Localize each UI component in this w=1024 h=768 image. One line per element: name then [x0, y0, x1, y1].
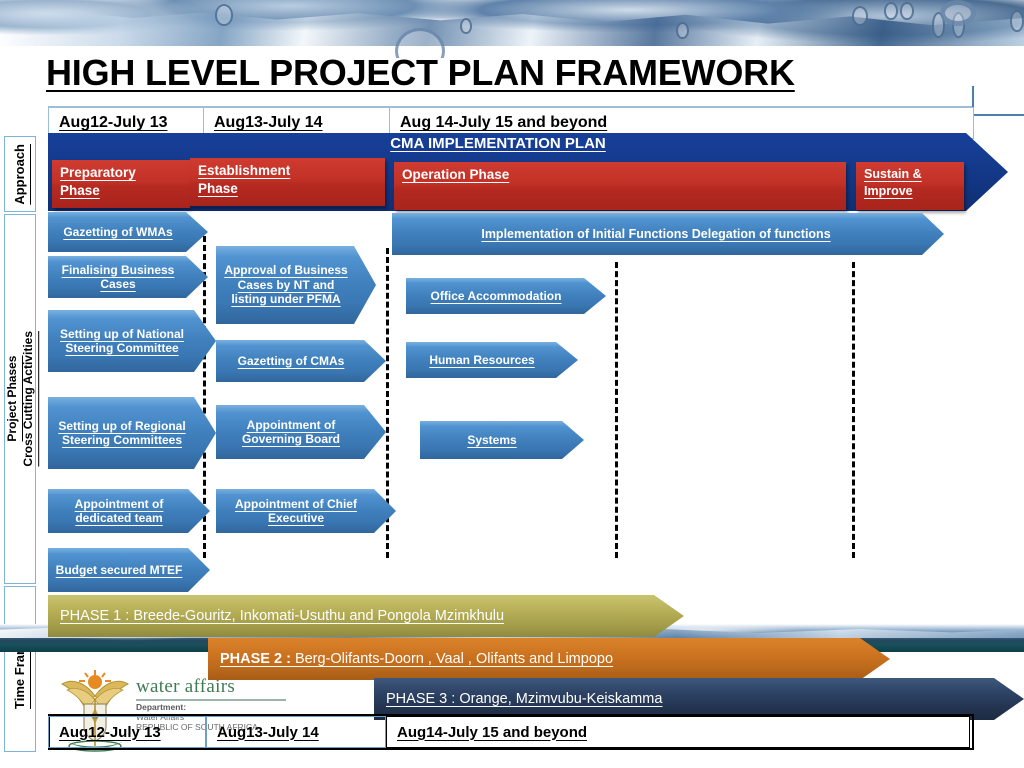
phase-bar-1-label: PHASE 1 : Breede-Gouritz, Inkomati-Usuth…: [48, 608, 504, 624]
top-date-label-3: Aug 14-July 15 and beyond: [400, 114, 608, 131]
approach-phase-operation-line1: Operation Phase: [402, 167, 510, 182]
activity-budget-secured-mtef[interactable]: Budget secured MTEF: [48, 548, 210, 592]
activity-appointment-governing-board-label: Appointment of Governing Board: [241, 417, 340, 446]
activity-appointment-dedicated-team[interactable]: Appointment of dedicated team: [48, 489, 210, 533]
activity-budget-secured-mtef-label: Budget secured MTEF: [55, 562, 183, 577]
bottom-date-cell-1[interactable]: Aug12-July 13: [48, 716, 206, 748]
activity-gazetting-cmas-label: Gazetting of CMAs: [237, 353, 345, 368]
approach-phase-operation[interactable]: Operation Phase: [394, 162, 846, 210]
activity-appointment-dedicated-team-label: Appointment of dedicated team: [74, 496, 164, 525]
cma-implementation-plan-label: CMA IMPLEMENTATION PLAN: [390, 135, 606, 152]
approach-phase-preparatory-line1: Preparatory: [60, 165, 136, 180]
bottom-date-label-1: Aug12-July 13: [59, 723, 161, 741]
approach-phase-preparatory[interactable]: Preparatory Phase: [52, 160, 190, 208]
decorative-horizontal-rule: [972, 114, 1024, 116]
activity-systems-label: Systems: [467, 432, 517, 447]
phase-bar-1-prefix: PHASE 1 :: [60, 608, 134, 624]
activity-implementation-initial-functions-label: Implementation of Initial Functions Dele…: [481, 226, 831, 241]
approach-phase-establishment-line2: Phase: [198, 181, 238, 197]
activity-approval-business-cases-nt[interactable]: Approval of Business Cases by NT and lis…: [216, 246, 376, 324]
water-droplets: [0, 0, 1024, 58]
phase-bar-2-prefix: PHASE 2 :: [220, 651, 295, 667]
side-label-approach: Approach: [4, 136, 36, 212]
logo-main-text: water affairs: [136, 676, 236, 697]
top-date-label-1: Aug12-July 13: [59, 114, 168, 131]
activity-finalising-business-cases-label: Finalising Business Cases: [61, 262, 175, 291]
approach-phase-sustain-improve[interactable]: Sustain & Improve: [856, 162, 964, 210]
activity-appointment-chief-executive[interactable]: Appointment of Chief Executive: [216, 489, 396, 533]
activity-office-accommodation-label: Office Accommodation: [430, 288, 562, 303]
activity-finalising-business-cases[interactable]: Finalising Business Cases: [48, 256, 208, 298]
side-label-project-phases: Project Phases Cross Cutting Activities: [4, 214, 36, 584]
bottom-timeline-header: Aug12-July 13 Aug13-July 14 Aug14-July 1…: [48, 714, 974, 750]
phase-bar-3-label: PHASE 3 : Orange, Mzimvubu-Keiskamma: [374, 691, 662, 707]
approach-phase-sustain-line1: Sustain &: [864, 167, 922, 181]
logo-divider: [136, 699, 286, 701]
activity-regional-steering-committees-label: Setting up of Regional Steering Committe…: [58, 418, 186, 447]
phase-bar-2-text: Berg-Olifants-Doorn , Vaal , Olifants an…: [294, 651, 614, 667]
bottom-date-label-2: Aug13-July 14: [217, 723, 319, 741]
approach-phase-sustain-line2: Improve: [864, 183, 913, 198]
phase-bar-1-text: Breede-Gouritz, Inkomati-Usuthu and Pong…: [133, 608, 505, 624]
activity-approval-business-cases-nt-label: Approval of Business Cases by NT and lis…: [224, 263, 348, 307]
slide-canvas: HIGH LEVEL PROJECT PLAN FRAMEWORK Aug12-…: [0, 0, 1024, 768]
activity-regional-steering-committees[interactable]: Setting up of Regional Steering Committe…: [48, 397, 216, 469]
approach-phase-establishment-line1: Establishment: [198, 163, 291, 178]
page-title: HIGH LEVEL PROJECT PLAN FRAMEWORK: [46, 52, 795, 93]
side-label-approach-text: Approach: [12, 143, 28, 205]
phase-bar-3-text: Orange, Mzimvubu-Keiskamma: [459, 691, 663, 707]
activity-gazetting-cmas[interactable]: Gazetting of CMAs: [216, 340, 386, 382]
activity-national-steering-committee[interactable]: Setting up of National Steering Committe…: [48, 310, 216, 372]
phase-bar-3-prefix: PHASE 3 :: [386, 691, 460, 707]
phase-bar-1[interactable]: PHASE 1 : Breede-Gouritz, Inkomati-Usuth…: [48, 595, 684, 637]
bottom-date-cell-2[interactable]: Aug13-July 14: [206, 716, 386, 748]
activity-implementation-initial-functions[interactable]: Implementation of Initial Functions Dele…: [392, 213, 944, 255]
phase-divider-4: [852, 262, 855, 558]
activity-systems[interactable]: Systems: [420, 421, 584, 459]
phase-bar-2-label: PHASE 2 : Berg-Olifants-Doorn , Vaal , O…: [208, 651, 613, 667]
side-label-time-frames: Time Frames: [4, 586, 36, 752]
activity-appointment-chief-executive-label: Appointment of Chief Executive: [235, 496, 357, 525]
water-splash-image-top: [0, 0, 1024, 58]
bottom-date-cell-3[interactable]: Aug14-July 15 and beyond: [386, 716, 970, 748]
activity-national-steering-committee-label: Setting up of National Steering Committe…: [60, 326, 184, 355]
activity-gazetting-wmas-label: Gazetting of WMAs: [63, 224, 173, 239]
approach-phase-establishment[interactable]: Establishment Phase: [190, 158, 385, 206]
bottom-date-label-3: Aug14-July 15 and beyond: [397, 723, 588, 741]
approach-phase-preparatory-line2: Phase: [60, 183, 100, 199]
side-label-project-phases-text: Project Phases Cross Cutting Activities: [4, 331, 35, 467]
activity-gazetting-wmas[interactable]: Gazetting of WMAs: [48, 212, 208, 252]
activity-office-accommodation[interactable]: Office Accommodation: [406, 278, 606, 314]
activity-human-resources[interactable]: Human Resources: [406, 342, 578, 378]
activity-human-resources-label: Human Resources: [429, 352, 535, 367]
top-date-label-2: Aug13-July 14: [214, 114, 323, 131]
phase-divider-3: [615, 262, 618, 558]
logo-sub-line1: Department:: [136, 702, 187, 712]
activity-appointment-governing-board[interactable]: Appointment of Governing Board: [216, 405, 386, 459]
